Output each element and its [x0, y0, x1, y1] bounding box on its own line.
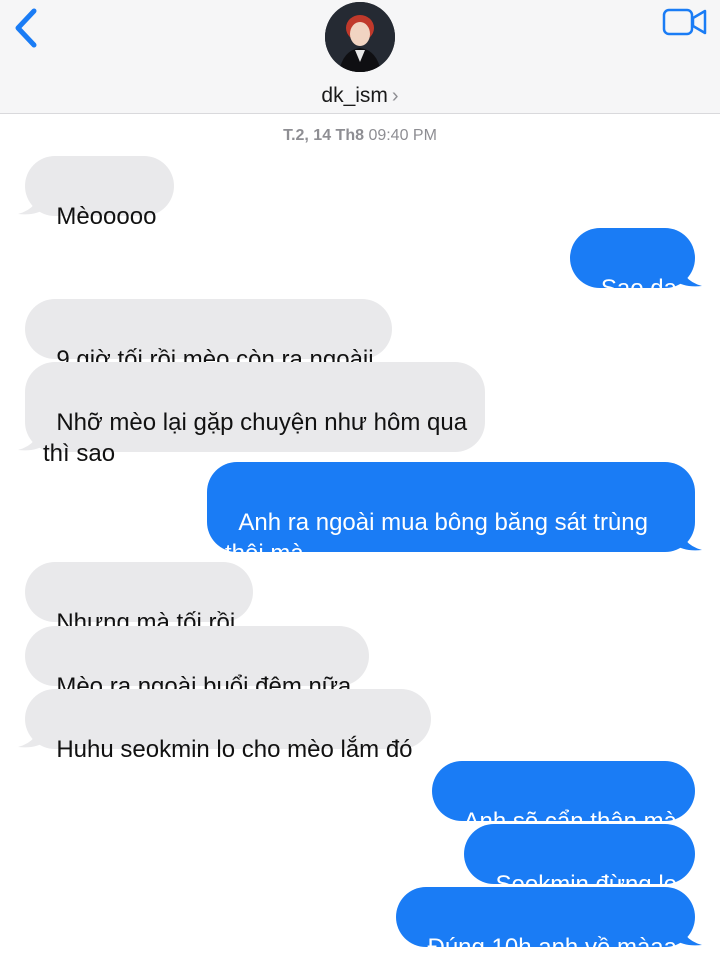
avatar-photo: [325, 2, 395, 72]
contact-name: dk_ism: [321, 84, 388, 107]
message-bubble-outgoing[interactable]: Seokmin đừng lo: [464, 824, 695, 898]
message-bubble-incoming[interactable]: Mèo ra ngoài buổi đêm nữa: [25, 626, 370, 700]
message-bubble-incoming[interactable]: Nhỡ mèo lại gặp chuyện như hôm qua thì s…: [25, 362, 486, 467]
message-text: Mèooooo: [56, 203, 157, 230]
bubble-tail: [674, 522, 702, 551]
message-bubble-outgoing[interactable]: Đúng 10h anh về màaa: [396, 887, 695, 961]
thread-timestamp: T.2, 14 Th8 09:40 PM: [0, 127, 720, 145]
timestamp-time: 09:40 PM: [368, 127, 437, 144]
message-bubble-incoming[interactable]: Nhưng mà tối rồi: [25, 562, 254, 636]
bubble-tail: [674, 917, 702, 946]
chevron-right-icon: ›: [391, 85, 399, 107]
chevron-left-icon[interactable]: [8, 6, 44, 50]
conversation-header: dk_ism ›: [0, 0, 720, 114]
message-text: Sao dạ: [600, 275, 677, 302]
message-text: Nhỡ mèo lại gặp chuyện như hôm qua thì s…: [43, 409, 468, 467]
avatar[interactable]: [325, 2, 395, 72]
bubble-tail: [18, 422, 46, 451]
message-bubble-incoming[interactable]: Huhu seokmin lo cho mèo lắm đó: [25, 689, 431, 763]
bubble-tail: [18, 186, 46, 215]
message-bubble-outgoing[interactable]: Anh sẽ cẩn thận mà: [432, 761, 695, 835]
message-bubble-incoming[interactable]: 9 giờ tối rồi mèo còn ra ngoàii: [25, 299, 392, 373]
message-bubble-incoming[interactable]: Mèooooo: [25, 156, 175, 230]
message-bubble-outgoing[interactable]: Anh ra ngoài mua bông băng sát trùng thô…: [207, 462, 695, 567]
bubble-tail: [674, 258, 702, 287]
video-camera-icon[interactable]: [662, 6, 708, 38]
timestamp-date: T.2, 14 Th8: [283, 127, 364, 144]
message-text: Đúng 10h anh về màaa: [427, 934, 677, 961]
contact-name-row[interactable]: dk_ism ›: [0, 84, 720, 108]
bubble-tail: [18, 719, 46, 748]
message-text: Anh ra ngoài mua bông băng sát trùng thô…: [225, 509, 648, 567]
message-text: Huhu seokmin lo cho mèo lắm đó: [56, 736, 413, 763]
